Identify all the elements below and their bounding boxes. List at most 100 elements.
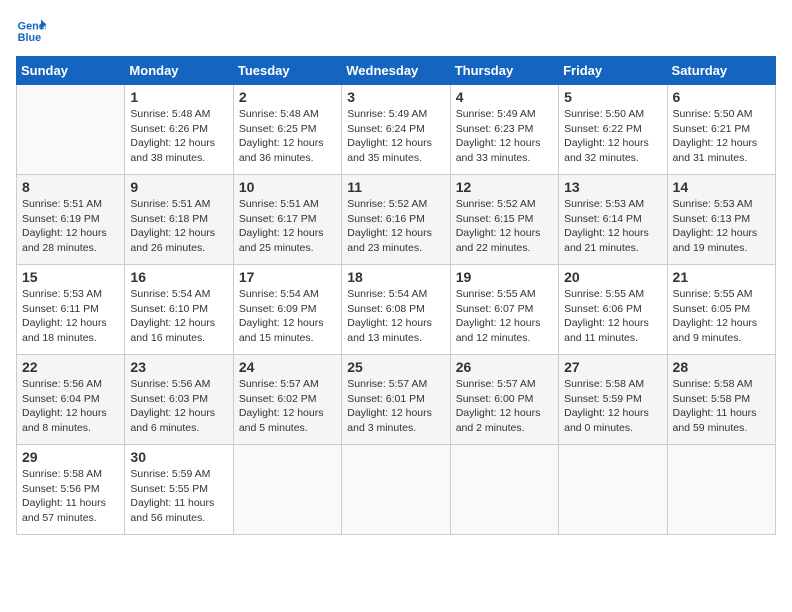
calendar-day-cell: 27 Sunrise: 5:58 AMSunset: 5:59 PMDayligh… bbox=[559, 355, 667, 445]
svg-text:Blue: Blue bbox=[18, 32, 41, 44]
day-number: 14 bbox=[673, 179, 770, 195]
day-number: 15 bbox=[22, 269, 119, 285]
day-number: 25 bbox=[347, 359, 444, 375]
calendar-day-cell: 17 Sunrise: 5:54 AMSunset: 6:09 PMDayligh… bbox=[233, 265, 341, 355]
day-number: 28 bbox=[673, 359, 770, 375]
calendar-empty-cell bbox=[559, 445, 667, 535]
calendar-day-cell: 16Sunrise: 5:54 AMSunset: 6:10 PMDayligh… bbox=[125, 265, 233, 355]
day-info: Sunrise: 5:55 AMSunset: 6:06 PMDaylight:… bbox=[564, 287, 661, 346]
day-number: 2 bbox=[239, 89, 336, 105]
day-number: 13 bbox=[564, 179, 661, 195]
calendar-day-cell: 5 Sunrise: 5:50 AMSunset: 6:22 PMDaylight… bbox=[559, 85, 667, 175]
calendar-week-row: 15 Sunrise: 5:53 AMSunset: 6:11 PMDayligh… bbox=[17, 265, 776, 355]
calendar-day-cell: 30Sunrise: 5:59 AMSunset: 5:55 PMDayligh… bbox=[125, 445, 233, 535]
calendar-day-cell: 29 Sunrise: 5:58 AMSunset: 5:56 PMDayligh… bbox=[17, 445, 125, 535]
calendar-empty-cell bbox=[667, 445, 775, 535]
day-number: 21 bbox=[673, 269, 770, 285]
day-info: Sunrise: 5:58 AMSunset: 5:56 PMDaylight:… bbox=[22, 467, 119, 526]
calendar-day-cell: 15 Sunrise: 5:53 AMSunset: 6:11 PMDayligh… bbox=[17, 265, 125, 355]
calendar-day-cell: 14Sunrise: 5:53 AMSunset: 6:13 PMDayligh… bbox=[667, 175, 775, 265]
day-info: Sunrise: 5:53 AMSunset: 6:11 PMDaylight:… bbox=[22, 287, 119, 346]
logo-icon: General Blue bbox=[16, 16, 46, 46]
calendar-day-cell: 6 Sunrise: 5:50 AMSunset: 6:21 PMDaylight… bbox=[667, 85, 775, 175]
day-number: 24 bbox=[239, 359, 336, 375]
calendar-day-cell: 28Sunrise: 5:58 AMSunset: 5:58 PMDayligh… bbox=[667, 355, 775, 445]
calendar-day-cell: 19 Sunrise: 5:55 AMSunset: 6:07 PMDayligh… bbox=[450, 265, 558, 355]
day-info: Sunrise: 5:56 AMSunset: 6:03 PMDaylight:… bbox=[130, 377, 227, 436]
calendar-header: SundayMondayTuesdayWednesdayThursdayFrid… bbox=[17, 57, 776, 85]
day-info: Sunrise: 5:49 AMSunset: 6:24 PMDaylight:… bbox=[347, 107, 444, 166]
day-number: 18 bbox=[347, 269, 444, 285]
day-info: Sunrise: 5:55 AMSunset: 6:05 PMDaylight:… bbox=[673, 287, 770, 346]
calendar-week-row: 8Sunrise: 5:51 AMSunset: 6:19 PMDaylight… bbox=[17, 175, 776, 265]
calendar-day-cell: 10Sunrise: 5:51 AMSunset: 6:17 PMDayligh… bbox=[233, 175, 341, 265]
day-info: Sunrise: 5:51 AMSunset: 6:18 PMDaylight:… bbox=[130, 197, 227, 256]
day-number: 23 bbox=[130, 359, 227, 375]
weekday-header: Tuesday bbox=[233, 57, 341, 85]
weekday-header: Friday bbox=[559, 57, 667, 85]
day-number: 19 bbox=[456, 269, 553, 285]
day-number: 1 bbox=[130, 89, 227, 105]
calendar-day-cell: 26 Sunrise: 5:57 AMSunset: 6:00 PMDayligh… bbox=[450, 355, 558, 445]
day-info: Sunrise: 5:48 AMSunset: 6:26 PMDaylight:… bbox=[130, 107, 227, 166]
day-info: Sunrise: 5:50 AMSunset: 6:22 PMDaylight:… bbox=[564, 107, 661, 166]
day-info: Sunrise: 5:57 AMSunset: 6:00 PMDaylight:… bbox=[456, 377, 553, 436]
day-info: Sunrise: 5:56 AMSunset: 6:04 PMDaylight:… bbox=[22, 377, 119, 436]
weekday-header: Saturday bbox=[667, 57, 775, 85]
calendar-day-cell: 13 Sunrise: 5:53 AMSunset: 6:14 PMDayligh… bbox=[559, 175, 667, 265]
day-number: 5 bbox=[564, 89, 661, 105]
day-info: Sunrise: 5:52 AMSunset: 6:16 PMDaylight:… bbox=[347, 197, 444, 256]
day-number: 3 bbox=[347, 89, 444, 105]
calendar-day-cell: 24 Sunrise: 5:57 AMSunset: 6:02 PMDayligh… bbox=[233, 355, 341, 445]
calendar-day-cell: 11 Sunrise: 5:52 AMSunset: 6:16 PMDayligh… bbox=[342, 175, 450, 265]
calendar-day-cell: 25 Sunrise: 5:57 AMSunset: 6:01 PMDayligh… bbox=[342, 355, 450, 445]
day-number: 9 bbox=[130, 179, 227, 195]
day-number: 6 bbox=[673, 89, 770, 105]
calendar-day-cell: 1 Sunrise: 5:48 AMSunset: 6:26 PMDaylight… bbox=[125, 85, 233, 175]
day-number: 29 bbox=[22, 449, 119, 465]
day-number: 17 bbox=[239, 269, 336, 285]
calendar-empty-cell bbox=[450, 445, 558, 535]
calendar-empty-cell bbox=[233, 445, 341, 535]
weekday-header: Sunday bbox=[17, 57, 125, 85]
day-number: 26 bbox=[456, 359, 553, 375]
header: General Blue bbox=[16, 16, 776, 46]
day-number: 27 bbox=[564, 359, 661, 375]
day-number: 30 bbox=[130, 449, 227, 465]
day-info: Sunrise: 5:49 AMSunset: 6:23 PMDaylight:… bbox=[456, 107, 553, 166]
calendar-day-cell: 18 Sunrise: 5:54 AMSunset: 6:08 PMDayligh… bbox=[342, 265, 450, 355]
calendar-week-row: 1 Sunrise: 5:48 AMSunset: 6:26 PMDaylight… bbox=[17, 85, 776, 175]
calendar-day-cell: 4 Sunrise: 5:49 AMSunset: 6:23 PMDaylight… bbox=[450, 85, 558, 175]
day-info: Sunrise: 5:55 AMSunset: 6:07 PMDaylight:… bbox=[456, 287, 553, 346]
day-info: Sunrise: 5:54 AMSunset: 6:08 PMDaylight:… bbox=[347, 287, 444, 346]
calendar-day-cell: 2Sunrise: 5:48 AMSunset: 6:25 PMDaylight… bbox=[233, 85, 341, 175]
day-info: Sunrise: 5:57 AMSunset: 6:02 PMDaylight:… bbox=[239, 377, 336, 436]
calendar-week-row: 29 Sunrise: 5:58 AMSunset: 5:56 PMDayligh… bbox=[17, 445, 776, 535]
calendar-empty-cell bbox=[17, 85, 125, 175]
day-info: Sunrise: 5:57 AMSunset: 6:01 PMDaylight:… bbox=[347, 377, 444, 436]
day-number: 8 bbox=[22, 179, 119, 195]
day-number: 11 bbox=[347, 179, 444, 195]
calendar-day-cell: 3 Sunrise: 5:49 AMSunset: 6:24 PMDaylight… bbox=[342, 85, 450, 175]
day-info: Sunrise: 5:54 AMSunset: 6:09 PMDaylight:… bbox=[239, 287, 336, 346]
calendar-day-cell: 23 Sunrise: 5:56 AMSunset: 6:03 PMDayligh… bbox=[125, 355, 233, 445]
day-info: Sunrise: 5:50 AMSunset: 6:21 PMDaylight:… bbox=[673, 107, 770, 166]
day-info: Sunrise: 5:58 AMSunset: 5:59 PMDaylight:… bbox=[564, 377, 661, 436]
day-number: 22 bbox=[22, 359, 119, 375]
weekday-header: Thursday bbox=[450, 57, 558, 85]
day-info: Sunrise: 5:53 AMSunset: 6:14 PMDaylight:… bbox=[564, 197, 661, 256]
logo: General Blue bbox=[16, 16, 50, 46]
day-number: 20 bbox=[564, 269, 661, 285]
calendar-day-cell: 20 Sunrise: 5:55 AMSunset: 6:06 PMDayligh… bbox=[559, 265, 667, 355]
calendar-week-row: 22 Sunrise: 5:56 AMSunset: 6:04 PMDayligh… bbox=[17, 355, 776, 445]
day-number: 12 bbox=[456, 179, 553, 195]
calendar-table: SundayMondayTuesdayWednesdayThursdayFrid… bbox=[16, 56, 776, 535]
weekday-header: Wednesday bbox=[342, 57, 450, 85]
day-info: Sunrise: 5:54 AMSunset: 6:10 PMDaylight:… bbox=[130, 287, 227, 346]
weekday-header: Monday bbox=[125, 57, 233, 85]
day-info: Sunrise: 5:51 AMSunset: 6:17 PMDaylight:… bbox=[239, 197, 336, 256]
day-info: Sunrise: 5:52 AMSunset: 6:15 PMDaylight:… bbox=[456, 197, 553, 256]
calendar-day-cell: 22 Sunrise: 5:56 AMSunset: 6:04 PMDayligh… bbox=[17, 355, 125, 445]
day-number: 4 bbox=[456, 89, 553, 105]
calendar-day-cell: 21 Sunrise: 5:55 AMSunset: 6:05 PMDayligh… bbox=[667, 265, 775, 355]
